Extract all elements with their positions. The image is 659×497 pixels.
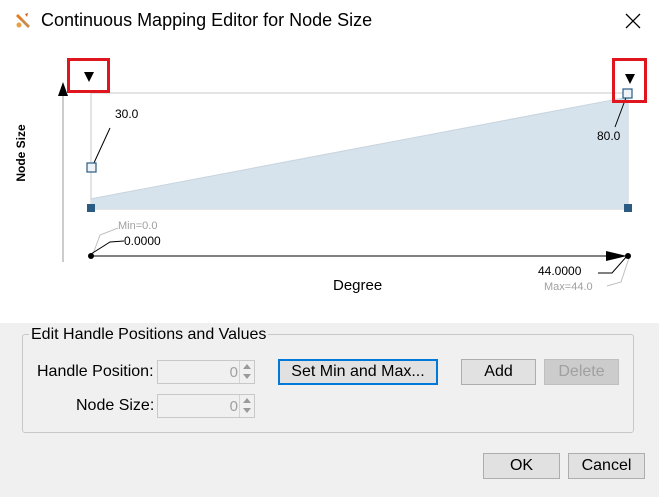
left-position-label: 0.0000 xyxy=(124,234,161,248)
spinner-up-icon[interactable] xyxy=(243,364,251,369)
node-size-spinner-arrows[interactable] xyxy=(239,395,254,417)
x-axis-start-dot xyxy=(88,253,94,259)
left-value-handle[interactable] xyxy=(86,162,97,173)
left-bottom-marker xyxy=(87,204,95,212)
set-min-max-button[interactable]: Set Min and Max... xyxy=(278,359,438,385)
right-handle-value-label: 80.0 xyxy=(597,129,621,143)
left-triangle-handle[interactable] xyxy=(84,72,94,82)
handle-position-value: 0 xyxy=(229,364,238,381)
spinner-down-icon[interactable] xyxy=(243,374,251,379)
max-leader xyxy=(606,257,630,287)
left-position-leader xyxy=(90,240,125,255)
min-label: Min=0.0 xyxy=(118,220,158,232)
node-size-label: Node Size: xyxy=(76,397,155,414)
max-label: Max=44.0 xyxy=(544,281,593,293)
handle-position-spinner-arrows[interactable] xyxy=(239,361,254,383)
ok-button[interactable]: OK xyxy=(483,453,560,479)
spinner-up-icon[interactable] xyxy=(243,398,251,403)
add-button[interactable]: Add xyxy=(461,359,536,385)
handle-position-label: Handle Position: xyxy=(37,363,154,380)
right-triangle-handle[interactable] xyxy=(625,74,635,84)
x-axis-label: Degree xyxy=(333,277,383,294)
cancel-button[interactable]: Cancel xyxy=(568,453,645,479)
right-bottom-marker xyxy=(624,204,632,212)
handle-position-spinner[interactable]: 0 xyxy=(157,360,255,384)
x-axis-end-dot xyxy=(625,253,631,259)
mapping-editor-window: Continuous Mapping Editor for Node Size … xyxy=(0,0,659,497)
left-handle-value-label: 30.0 xyxy=(115,107,139,121)
node-size-spinner[interactable]: 0 xyxy=(157,394,255,418)
right-position-label: 44.0000 xyxy=(538,264,582,278)
node-size-value: 0 xyxy=(229,398,238,415)
edit-handle-group-title: Edit Handle Positions and Values xyxy=(29,326,269,344)
delete-button[interactable]: Delete xyxy=(544,359,619,385)
spinner-down-icon[interactable] xyxy=(243,408,251,413)
